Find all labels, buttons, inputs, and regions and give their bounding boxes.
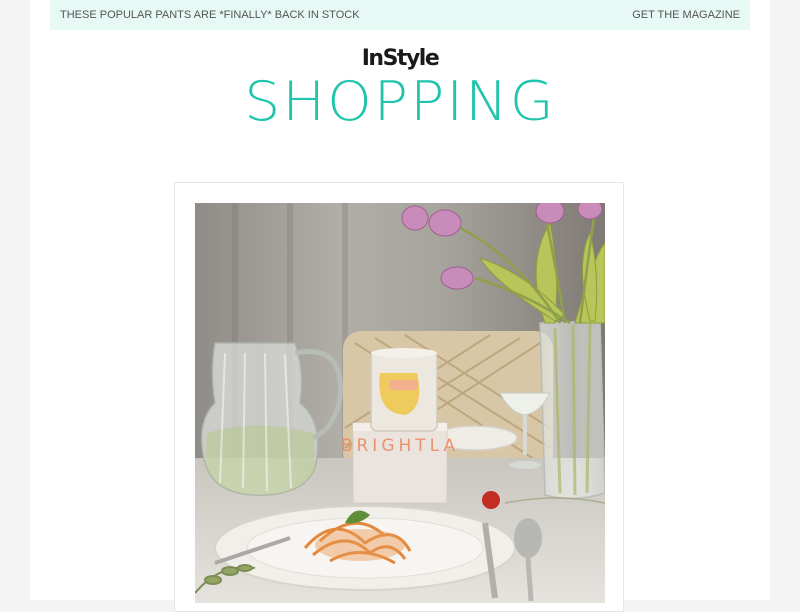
box-brand-text: BRIGHTLA [341, 436, 459, 456]
announcement-link[interactable]: THESE POPULAR PANTS ARE *FINALLY* BACK I… [60, 9, 360, 21]
shopping-logo-text: SHOPPING [244, 70, 556, 133]
email-container: THESE POPULAR PANTS ARE *FINALLY* BACK I… [30, 0, 770, 612]
brand-logo[interactable]: InStyle SHOPPING [30, 44, 770, 132]
get-the-magazine-link[interactable]: GET THE MAGAZINE [632, 9, 740, 21]
announcement-bar: THESE POPULAR PANTS ARE *FINALLY* BACK I… [50, 0, 750, 30]
hero-card: BRIGHTLA [174, 182, 624, 612]
hero-photo-illustration: BRIGHTLA [195, 203, 605, 603]
hero-image[interactable]: BRIGHTLA [195, 203, 605, 603]
